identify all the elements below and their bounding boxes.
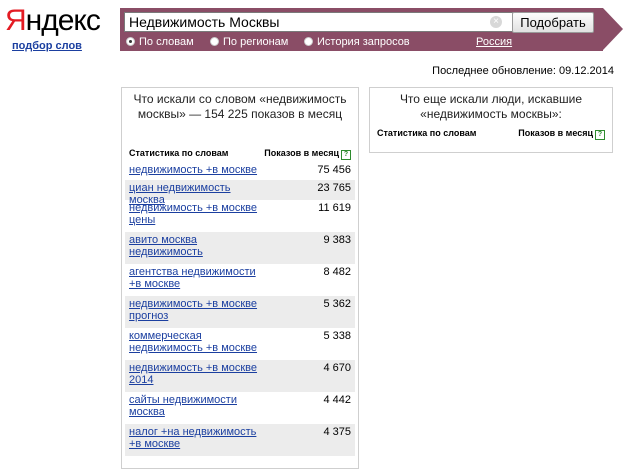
table-row: недвижимость +в москве цены 11 619: [125, 200, 355, 232]
left-column-headers: Статистика по словам Показов в месяц?: [129, 148, 351, 162]
left-panel: Что искали со словом «недвижимость москв…: [121, 87, 359, 469]
show-count: 23 765: [317, 182, 351, 194]
logo-rest: ндекс: [25, 4, 101, 37]
show-count: 75 456: [317, 164, 351, 176]
keyword-list: недвижимость +в москве 75 456 циан недвиж…: [125, 162, 355, 456]
right-panel: Что еще искали люди, искавшие «недвижимо…: [369, 87, 613, 153]
keyword-link[interactable]: недвижимость +в москве 2014: [129, 362, 269, 386]
keyword-link[interactable]: сайты недвижимости москва: [129, 394, 269, 418]
table-row: авито москва недвижимость 9 383: [125, 232, 355, 264]
keyword-link[interactable]: недвижимость +в москве: [129, 164, 269, 176]
help-icon[interactable]: ?: [341, 150, 351, 160]
radio-unchecked-icon: [210, 37, 219, 46]
show-count: 8 482: [323, 266, 351, 278]
show-count: 5 338: [323, 330, 351, 342]
col-keywords: Статистика по словам: [129, 148, 229, 158]
right-column-headers: Статистика по словам Показов в месяц?: [377, 128, 605, 142]
yandex-logo[interactable]: Яндекс: [5, 4, 101, 37]
table-row: недвижимость +в москве 75 456: [125, 162, 355, 180]
radio-history[interactable]: История запросов: [304, 36, 410, 48]
radio-checked-icon: [126, 37, 135, 46]
table-row: сайты недвижимости москва 4 442: [125, 392, 355, 424]
radio-by-regions[interactable]: По регионам: [210, 36, 288, 48]
right-panel-title: Что еще искали люди, искавшие «недвижимо…: [399, 92, 583, 121]
col-shows: Показов в месяц?: [518, 128, 605, 140]
search-bar: × Подобрать По словам По регионам Истори…: [120, 8, 623, 51]
col-shows-label: Показов в месяц: [264, 148, 339, 158]
keyword-link[interactable]: авито москва недвижимость: [129, 234, 269, 258]
show-count: 4 375: [323, 426, 351, 438]
radio-label: По словам: [139, 36, 194, 48]
keyword-link[interactable]: недвижимость +в москве прогноз: [129, 298, 269, 322]
show-count: 9 383: [323, 234, 351, 246]
table-row: циан недвижимость москва 23 765: [125, 180, 355, 206]
table-row: недвижимость +в москве прогноз 5 362: [125, 296, 355, 328]
search-input[interactable]: [124, 12, 532, 32]
keyword-link[interactable]: агентства недвижимости +в москве: [129, 266, 269, 290]
show-count: 4 442: [323, 394, 351, 406]
show-count: 11 619: [318, 202, 351, 214]
show-count: 5 362: [323, 298, 351, 310]
table-row: агентства недвижимости +в москве 8 482: [125, 264, 355, 296]
radio-by-words[interactable]: По словам: [126, 36, 194, 48]
radio-unchecked-icon: [304, 37, 313, 46]
table-row: налог +на недвижимость +в москве 4 375: [125, 424, 355, 456]
table-row: коммерческая недвижимость +в москве 5 338: [125, 328, 355, 360]
keyword-link[interactable]: коммерческая недвижимость +в москве: [129, 330, 269, 354]
region-link[interactable]: Россия: [476, 36, 512, 48]
keyword-link[interactable]: налог +на недвижимость +в москве: [129, 426, 269, 450]
col-keywords: Статистика по словам: [377, 128, 477, 138]
show-count: 4 670: [323, 362, 351, 374]
radio-label: По регионам: [223, 36, 289, 48]
left-panel-title: Что искали со словом «недвижимость москв…: [133, 92, 347, 121]
col-shows: Показов в месяц?: [264, 148, 351, 160]
logo-first-letter: Я: [5, 4, 27, 37]
table-row: недвижимость +в москве 2014 4 670: [125, 360, 355, 392]
keyword-link[interactable]: недвижимость +в москве цены: [129, 202, 269, 226]
clear-icon[interactable]: ×: [490, 16, 502, 28]
radio-label: История запросов: [317, 36, 410, 48]
wordstat-link[interactable]: подбор слов: [12, 40, 82, 52]
help-icon[interactable]: ?: [595, 130, 605, 140]
last-update: Последнее обновление: 09.12.2014: [432, 65, 614, 77]
submit-button[interactable]: Подобрать: [512, 12, 594, 33]
col-shows-label: Показов в месяц: [518, 128, 593, 138]
